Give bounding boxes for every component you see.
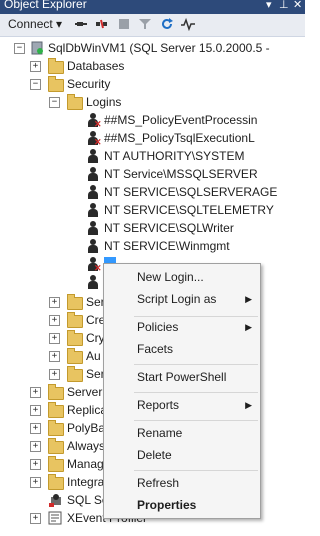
login-label: NT SERVICE\SQLTELEMETRY (104, 203, 274, 217)
menu-item-start-powershell[interactable]: Start PowerShell (104, 367, 260, 387)
expand-icon[interactable]: + (49, 297, 60, 308)
expand-icon[interactable]: + (30, 513, 41, 524)
folder-icon (48, 76, 64, 92)
folder-label: Integra (67, 475, 105, 489)
login-label: NT AUTHORITY\SYSTEM (104, 149, 245, 163)
menu-item-script-login-as[interactable]: Script Login as ▶ (104, 289, 260, 309)
expand-icon[interactable]: + (30, 61, 41, 72)
refresh-icon[interactable] (160, 17, 174, 31)
folder-label: Ser (86, 367, 105, 381)
folder-icon (48, 402, 64, 418)
menu-item-refresh[interactable]: Refresh (104, 473, 260, 493)
connect-icon[interactable] (75, 17, 89, 31)
folder-icon (67, 294, 83, 310)
xevent-profiler-icon (48, 511, 62, 525)
expand-icon[interactable]: + (30, 441, 41, 452)
login-label: NT SERVICE\Winmgmt (104, 239, 230, 253)
menu-item-delete[interactable]: Delete (104, 445, 260, 465)
login-disabled-icon: ✕ (86, 256, 102, 273)
expand-icon[interactable]: + (30, 387, 41, 398)
login-label: ##MS_PolicyEventProcessin (104, 113, 258, 127)
expand-icon[interactable]: + (49, 315, 60, 326)
disconnect-icon[interactable] (95, 17, 109, 31)
folder-label: PolyBa (67, 421, 106, 435)
window-title: Object Explorer (4, 0, 87, 11)
folder-label: Server (67, 385, 103, 399)
folder-label: Replica (67, 403, 108, 417)
folder-icon (48, 420, 64, 436)
login-icon (86, 238, 100, 254)
sql-agent-icon (49, 494, 61, 507)
menu-separator (134, 420, 258, 421)
login-icon (86, 166, 100, 182)
close-icon[interactable]: ✕ (293, 0, 302, 11)
server-icon (31, 41, 43, 55)
menu-separator (134, 392, 258, 393)
expand-icon[interactable]: + (30, 405, 41, 416)
folder-icon (48, 474, 64, 490)
menu-separator (134, 470, 258, 471)
toolbar: Connect ▾ (0, 14, 305, 37)
expand-icon[interactable]: + (30, 459, 41, 470)
login-label: NT Service\MSSQLSERVER (104, 167, 258, 181)
window-titlebar: Object Explorer ▾ ⊥ ✕ (0, 0, 305, 14)
server-label: SqlDbWinVM1 (SQL Server 15.0.2000.5 - (48, 41, 270, 55)
folder-icon (48, 456, 64, 472)
menu-item-policies[interactable]: Policies ▶ (104, 317, 260, 337)
menu-item-new-login[interactable]: New Login... (104, 267, 260, 287)
folder-icon (67, 330, 83, 346)
submenu-arrow-icon: ▶ (245, 294, 252, 304)
activity-monitor-icon[interactable] (181, 17, 195, 31)
folder-icon (67, 312, 83, 328)
login-label: NT SERVICE\SQLWriter (104, 221, 234, 235)
login-icon (86, 148, 100, 164)
folder-icon (48, 58, 64, 74)
expand-icon[interactable]: + (30, 477, 41, 488)
folder-icon (67, 94, 83, 110)
menu-item-reports[interactable]: Reports ▶ (104, 395, 260, 415)
logins-label: Logins (86, 95, 122, 109)
filter-icon[interactable] (138, 17, 152, 31)
login-icon (86, 184, 100, 200)
collapse-icon[interactable]: − (30, 79, 41, 90)
folder-icon (67, 348, 83, 364)
login-icon (86, 220, 100, 236)
menu-item-facets[interactable]: Facets (104, 339, 260, 359)
expand-icon[interactable]: + (49, 369, 60, 380)
login-label: NT SERVICE\SQLSERVERAGE (104, 185, 278, 199)
login-disabled-icon: ✕ (86, 130, 102, 147)
collapse-icon[interactable]: − (14, 43, 25, 54)
collapse-icon[interactable]: − (49, 97, 60, 108)
pushpin-icon[interactable]: ⊥ (279, 0, 289, 11)
security-label: Security (67, 77, 111, 91)
login-icon (86, 202, 100, 218)
expand-icon[interactable]: + (30, 423, 41, 434)
context-menu: New Login... Script Login as ▶ Policies … (103, 263, 261, 519)
menu-item-properties[interactable]: Properties (104, 495, 260, 515)
folder-label: Always (67, 439, 106, 453)
databases-label: Databases (67, 59, 125, 73)
expand-icon[interactable]: + (49, 351, 60, 362)
connect-button[interactable]: Connect ▾ (8, 17, 62, 31)
login-label: ##MS_PolicyTsqlExecutionL (104, 131, 255, 145)
stop-icon[interactable] (117, 17, 131, 31)
login-disabled-icon: ✕ (86, 112, 102, 129)
folder-label: Manag (67, 457, 104, 471)
folder-label: Ser (86, 295, 105, 309)
folder-icon (67, 366, 83, 382)
submenu-arrow-icon: ▶ (245, 400, 252, 410)
folder-icon (48, 384, 64, 400)
pin-icon[interactable]: ▾ (266, 0, 272, 11)
submenu-arrow-icon: ▶ (245, 322, 252, 332)
menu-item-rename[interactable]: Rename (104, 423, 260, 443)
menu-separator (134, 364, 258, 365)
folder-icon (48, 438, 64, 454)
login-icon (86, 274, 100, 290)
folder-label: Cry (86, 331, 105, 345)
expand-icon[interactable]: + (49, 333, 60, 344)
folder-label: Au (86, 349, 101, 363)
